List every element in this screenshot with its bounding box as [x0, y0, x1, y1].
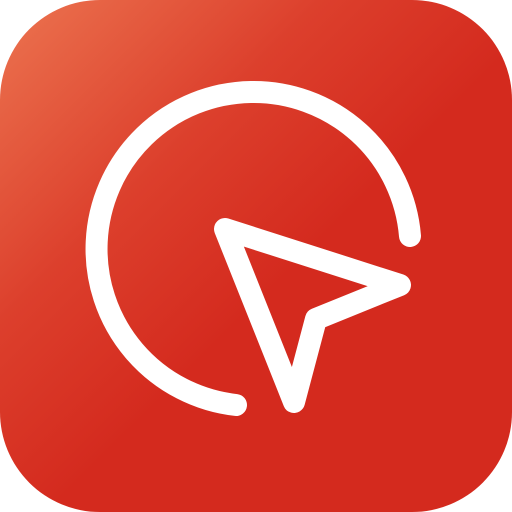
- app-icon[interactable]: [0, 0, 512, 512]
- app-icon-canvas: [0, 0, 512, 512]
- app-icon-background: [0, 0, 512, 512]
